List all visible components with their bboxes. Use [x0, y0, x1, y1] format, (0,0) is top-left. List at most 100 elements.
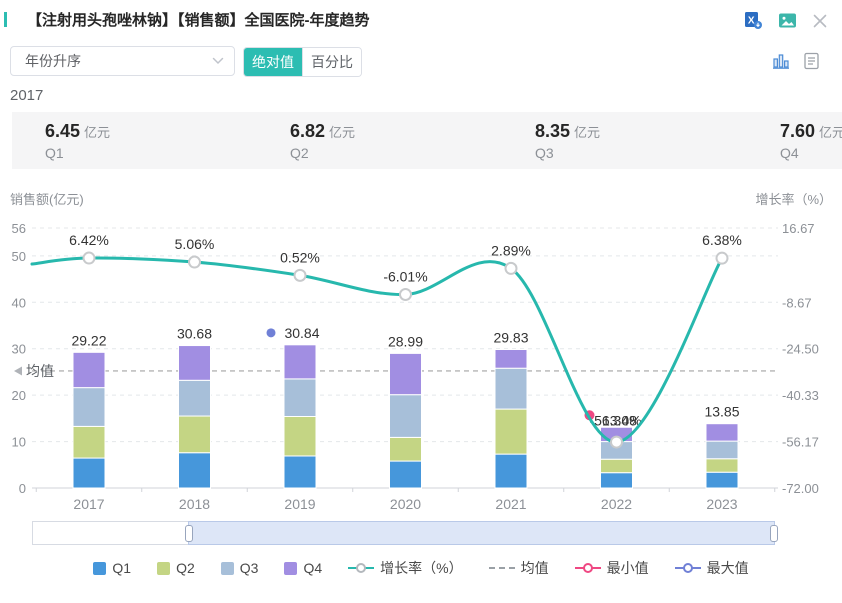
growth-label: -6.01%	[383, 269, 427, 285]
mean-arrow-icon	[14, 366, 22, 375]
bar-segment-Q3[interactable]	[390, 395, 422, 438]
sort-dropdown[interactable]: 年份升序	[10, 46, 235, 76]
bar-segment-Q2[interactable]	[179, 416, 211, 453]
legend-label: Q3	[240, 560, 259, 576]
bar-segment-Q2[interactable]	[390, 437, 422, 461]
growth-point-2023[interactable]	[717, 253, 728, 264]
bar-segment-Q2[interactable]	[495, 409, 527, 454]
summary-year: 2017	[10, 87, 43, 104]
sort-dropdown-value: 年份升序	[25, 51, 81, 71]
legend-swatch	[157, 562, 170, 575]
slider-handle-left[interactable]	[185, 525, 193, 542]
legend-item-最小值[interactable]: 最小值	[575, 558, 649, 578]
trend-chart[interactable]: 565040302010016.67-8.67-24.50-40.33-56.1…	[0, 185, 842, 520]
bar-total-label: 28.99	[388, 333, 423, 349]
legend-item-Q2[interactable]: Q2	[157, 560, 195, 576]
legend-swatch	[284, 562, 297, 575]
growth-label: 6.42%	[69, 232, 109, 248]
growth-label: 0.52%	[280, 249, 320, 265]
bar-segment-Q1[interactable]	[179, 453, 211, 488]
chart-legend: Q1 Q2 Q3 Q4 增长率（%） 均值 最小值 最大值	[0, 558, 842, 578]
bar-segment-Q4[interactable]	[390, 353, 422, 394]
right-axis-tick: -56.17	[782, 435, 819, 450]
bar-2018[interactable]	[179, 346, 211, 488]
close-icon[interactable]	[812, 13, 828, 29]
bar-segment-Q3[interactable]	[73, 388, 105, 427]
bar-segment-Q3[interactable]	[495, 368, 527, 409]
bar-2021[interactable]	[495, 350, 527, 488]
bar-segment-Q4[interactable]	[284, 345, 316, 379]
bar-segment-Q3[interactable]	[284, 379, 316, 417]
left-axis-tick: 50	[12, 249, 26, 264]
bar-segment-Q3[interactable]	[179, 380, 211, 416]
legend-label: Q1	[112, 560, 131, 576]
growth-point-2018[interactable]	[189, 257, 200, 268]
bar-chart-view-icon[interactable]	[772, 52, 790, 70]
bar-2019[interactable]	[284, 345, 316, 488]
mean-label: 均值	[26, 363, 54, 379]
slider-handle-right[interactable]	[770, 525, 778, 542]
bar-segment-Q4[interactable]	[495, 350, 527, 369]
x-axis-category-label: 2021	[495, 496, 526, 512]
legend-item-均值[interactable]: 均值	[489, 558, 549, 578]
bar-segment-Q4[interactable]	[706, 424, 738, 441]
max-value-dot	[267, 328, 276, 337]
growth-point-2022[interactable]	[611, 437, 622, 448]
right-axis-tick: -24.50	[782, 342, 819, 357]
growth-label: 2.89%	[491, 242, 531, 258]
quarter-summary-band: 6.45亿元 Q1 6.82亿元 Q2 8.35亿元 Q3 7.60亿元 Q4	[12, 112, 842, 169]
legend-swatch	[575, 562, 601, 574]
report-view-icon[interactable]	[803, 52, 820, 70]
growth-point-2020[interactable]	[400, 289, 411, 300]
chevron-down-icon	[212, 57, 224, 65]
slider-unselected-range[interactable]	[32, 521, 188, 545]
bar-segment-Q2[interactable]	[601, 459, 633, 472]
bar-total-label: 30.68	[177, 326, 212, 342]
bar-segment-Q2[interactable]	[284, 416, 316, 455]
quarter-summary-q4: 7.60亿元 Q4	[780, 121, 842, 161]
absolute-value-button[interactable]: 绝对值	[244, 48, 302, 76]
bar-segment-Q2[interactable]	[73, 426, 105, 458]
x-axis-category-label: 2018	[179, 496, 210, 512]
bar-segment-Q1[interactable]	[706, 472, 738, 488]
bar-segment-Q1[interactable]	[390, 461, 422, 488]
slider-selected-range[interactable]	[188, 521, 775, 545]
data-zoom-slider[interactable]	[32, 521, 775, 545]
growth-label: 6.38%	[702, 232, 742, 248]
bar-segment-Q1[interactable]	[73, 458, 105, 488]
title-accent-bar	[4, 12, 7, 27]
bar-segment-Q1[interactable]	[601, 473, 633, 488]
growth-point-2017[interactable]	[84, 253, 95, 264]
bar-2020[interactable]	[390, 353, 422, 488]
right-axis-tick: -72.00	[782, 481, 819, 496]
right-axis-tick: -40.33	[782, 388, 819, 403]
growth-point-2019[interactable]	[295, 270, 306, 281]
bar-2017[interactable]	[73, 352, 105, 488]
bar-segment-Q3[interactable]	[706, 441, 738, 459]
quarter-summary-q3: 8.35亿元 Q3	[535, 121, 600, 161]
legend-item-增长率（%）[interactable]: 增长率（%）	[348, 558, 462, 578]
left-axis-tick: 56	[12, 221, 26, 236]
legend-label: 最大值	[707, 558, 749, 578]
bar-segment-Q1[interactable]	[495, 454, 527, 488]
legend-item-Q1[interactable]: Q1	[93, 560, 131, 576]
image-export-icon[interactable]	[778, 11, 797, 30]
growth-point-2021[interactable]	[506, 263, 517, 274]
bar-segment-Q4[interactable]	[179, 346, 211, 381]
legend-item-最大值[interactable]: 最大值	[675, 558, 749, 578]
percentage-button[interactable]: 百分比	[302, 48, 361, 76]
annual-trend-widget: 【注射用头孢唑林钠】【销售额】全国医院-年度趋势 X	[0, 0, 842, 603]
svg-text:X: X	[748, 16, 755, 27]
bar-segment-Q1[interactable]	[284, 456, 316, 488]
bar-segment-Q2[interactable]	[706, 459, 738, 472]
legend-item-Q3[interactable]: Q3	[221, 560, 259, 576]
excel-export-icon[interactable]: X	[744, 11, 763, 30]
left-axis-tick: 0	[19, 481, 26, 496]
bar-2023[interactable]	[706, 424, 738, 488]
bar-segment-Q4[interactable]	[73, 352, 105, 387]
bar-total-label: 29.83	[493, 330, 528, 346]
page-title: 【注射用头孢唑林钠】【销售额】全国医院-年度趋势	[27, 9, 370, 30]
legend-label: 最小值	[607, 558, 649, 578]
legend-swatch	[348, 562, 374, 574]
legend-item-Q4[interactable]: Q4	[284, 560, 322, 576]
